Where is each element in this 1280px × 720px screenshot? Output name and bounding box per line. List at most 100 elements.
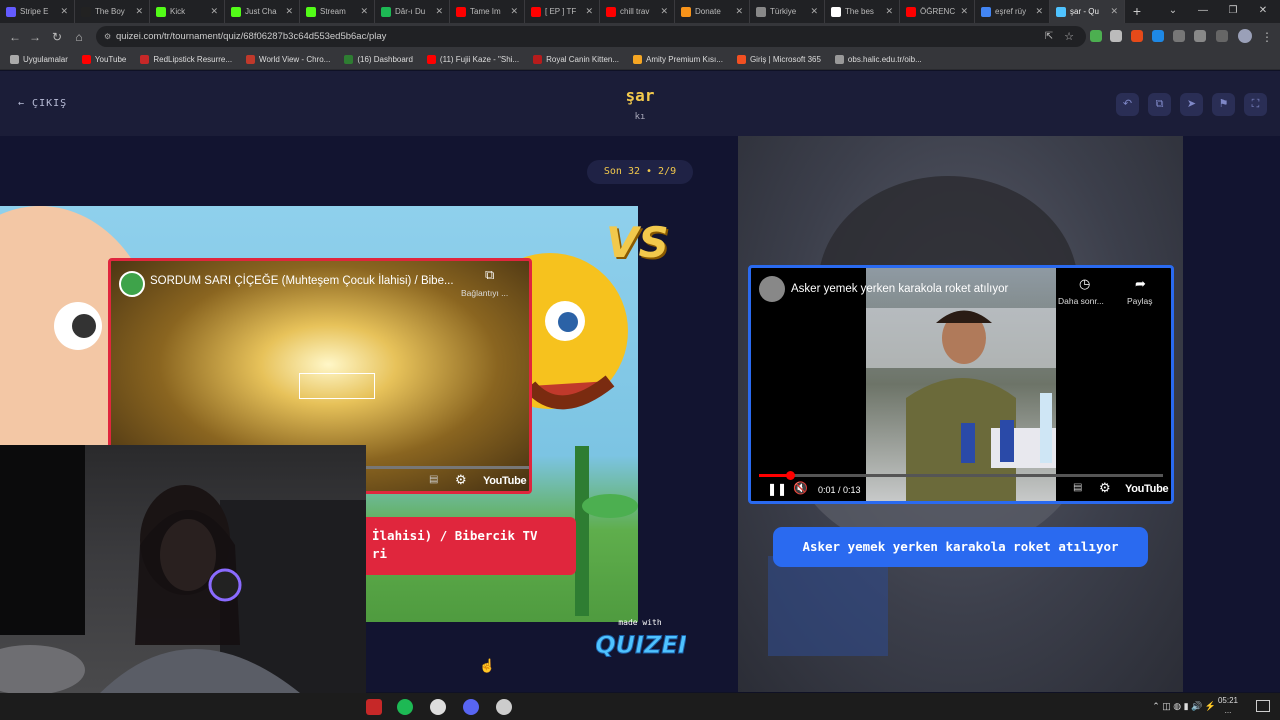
sidebar-icon[interactable] [1216, 30, 1228, 42]
copy-link-label[interactable]: Bağlantıyı ... [461, 288, 508, 298]
bookmark-item[interactable]: Amity Premium Kısı... [633, 55, 723, 64]
undo-icon[interactable]: ↶ [1116, 93, 1139, 116]
bookmark-item[interactable]: YouTube [81, 55, 126, 64]
extension-icon[interactable] [1131, 30, 1143, 42]
browser-tab[interactable]: [ EP ] TF ✕ [525, 0, 600, 23]
left-option-caption[interactable]: İlahisi) / Bibercik TV ri [366, 517, 576, 575]
bookmark-item[interactable]: Uygulamalar [10, 55, 68, 64]
channel-avatar[interactable] [119, 271, 145, 297]
bookmark-item[interactable]: RedLipstick Resurre... [140, 55, 232, 64]
browser-tab[interactable]: Dâr-ı Du ✕ [375, 0, 450, 23]
muted-speaker-icon[interactable]: 🔇 [793, 481, 808, 495]
watch-later-icon[interactable]: ◷ [1079, 276, 1090, 292]
quizei-logo[interactable]: QUIZEI [595, 628, 688, 667]
tab-close-icon[interactable]: ✕ [1110, 6, 1118, 17]
maximize-button[interactable]: ❐ [1218, 0, 1248, 23]
browser-tab[interactable]: Kick ✕ [150, 0, 225, 23]
menu-icon[interactable]: ⋮ [1258, 28, 1276, 46]
youtube-logo[interactable]: YouTube [483, 475, 527, 487]
bookmark-item[interactable]: Giriş | Microsoft 365 [736, 55, 821, 64]
share-arrow-icon[interactable]: ➦ [1135, 276, 1146, 292]
exit-button[interactable]: ← ÇIKIŞ [18, 98, 67, 109]
extension-icon[interactable] [1173, 30, 1185, 42]
profile-avatar[interactable] [1238, 29, 1252, 43]
fullscreen-icon[interactable]: ⛶ [1244, 93, 1267, 116]
extensions-puzzle-icon[interactable] [1194, 30, 1206, 42]
reload-icon[interactable]: ↻ [48, 28, 66, 46]
forward-icon[interactable]: → [26, 28, 44, 46]
browser-tab[interactable]: Donate ✕ [675, 0, 750, 23]
tab-search-icon[interactable]: ⌄ [1158, 0, 1188, 23]
browser-tab[interactable]: eşref rüy ✕ [975, 0, 1050, 23]
home-icon[interactable]: ⌂ [70, 28, 88, 46]
bookmark-item[interactable]: (16) Dashboard [344, 55, 413, 64]
tab-close-icon[interactable]: ✕ [60, 6, 68, 17]
video-title[interactable]: SORDUM SARI ÇİÇEĞE (Muhteşem Çocuk İlahi… [150, 275, 454, 287]
right-option-caption[interactable]: Asker yemek yerken karakola roket atılıy… [773, 527, 1148, 567]
tab-close-icon[interactable]: ✕ [285, 6, 293, 17]
browser-tab[interactable]: The Boy ✕ [75, 0, 150, 23]
settings-gear-icon[interactable]: ⚙ [455, 472, 467, 488]
browser-tab[interactable]: Stripe E ✕ [0, 0, 75, 23]
report-flag-icon[interactable]: ⚑ [1212, 93, 1235, 116]
minimize-button[interactable]: — [1188, 0, 1218, 23]
browser-tab[interactable]: Tame Im ✕ [450, 0, 525, 23]
notifications-icon[interactable] [1256, 700, 1270, 712]
browser-tab[interactable]: chill trav ✕ [600, 0, 675, 23]
pause-icon[interactable]: ❚❚ [767, 482, 787, 496]
bookmark-item[interactable]: (11) Fujii Kaze - "Shi... [426, 55, 519, 64]
tab-close-icon[interactable]: ✕ [585, 6, 593, 17]
browser-tab[interactable]: The bes ✕ [825, 0, 900, 23]
address-bar[interactable]: ⚙ quizei.com/tr/tournament/quiz/68f06287… [96, 26, 1086, 47]
tab-close-icon[interactable]: ✕ [510, 6, 518, 17]
channel-avatar[interactable] [759, 276, 785, 302]
copy-link-icon[interactable]: ⧉ [485, 267, 494, 283]
tab-close-icon[interactable]: ✕ [810, 6, 818, 17]
discord-icon[interactable] [463, 699, 479, 715]
copy-icon[interactable]: ⧉ [1148, 93, 1171, 116]
site-info-icon[interactable]: ⚙ [104, 26, 111, 47]
bookmark-star-icon[interactable]: ☆ [1060, 28, 1078, 46]
tab-close-icon[interactable]: ✕ [660, 6, 668, 17]
chrome-icon[interactable] [496, 699, 512, 715]
extension-icon[interactable] [1152, 30, 1164, 42]
tab-close-icon[interactable]: ✕ [435, 6, 443, 17]
progress-bar[interactable] [759, 471, 1163, 480]
tab-close-icon[interactable]: ✕ [885, 6, 893, 17]
extension-icon[interactable] [1110, 30, 1122, 42]
clock[interactable]: 05:21 ... [1218, 696, 1238, 716]
browser-tab[interactable]: Türkiye ✕ [750, 0, 825, 23]
app-icon[interactable] [366, 699, 382, 715]
system-tray[interactable]: ⌃ ◫ ◍ ▮ 🔊 ⚡ [1152, 701, 1216, 712]
back-icon[interactable]: ← [6, 28, 24, 46]
subtitles-icon[interactable]: ▤ [429, 474, 438, 485]
close-window-button[interactable]: ✕ [1248, 0, 1278, 23]
watch-later-label[interactable]: Daha sonr... [1058, 296, 1104, 306]
obs-icon[interactable] [430, 699, 446, 715]
install-icon[interactable]: ⇱ [1040, 28, 1058, 46]
new-tab-button[interactable]: + [1125, 0, 1149, 23]
extension-icon[interactable] [1090, 30, 1102, 42]
youtube-logo[interactable]: YouTube [1125, 483, 1169, 495]
browser-tab[interactable]: Stream ✕ [300, 0, 375, 23]
tab-close-icon[interactable]: ✕ [135, 6, 143, 17]
share-label[interactable]: Paylaş [1127, 296, 1153, 306]
subtitles-icon[interactable]: ▤ [1073, 482, 1082, 493]
browser-tab[interactable]: ÖĞRENC ✕ [900, 0, 975, 23]
tab-close-icon[interactable]: ✕ [210, 6, 218, 17]
browser-tab[interactable]: Just Cha ✕ [225, 0, 300, 23]
bookmark-item[interactable]: World View - Chro... [246, 55, 330, 64]
share-icon[interactable]: ➤ [1180, 93, 1203, 116]
tab-close-icon[interactable]: ✕ [360, 6, 368, 17]
tab-close-icon[interactable]: ✕ [1035, 6, 1043, 17]
bookmark-item[interactable]: obs.halic.edu.tr/oib... [834, 55, 922, 64]
progress-knob[interactable] [786, 471, 796, 480]
video-title[interactable]: Asker yemek yerken karakola roket atılıy… [791, 283, 1008, 295]
tab-close-icon[interactable]: ✕ [735, 6, 743, 17]
right-video-player[interactable]: Asker yemek yerken karakola roket atılıy… [748, 265, 1174, 504]
settings-gear-icon[interactable]: ⚙ [1099, 480, 1111, 496]
bookmark-item[interactable]: Royal Canin Kitten... [533, 55, 619, 64]
tab-close-icon[interactable]: ✕ [960, 6, 968, 17]
browser-tab[interactable]: şar - Qu ✕ [1050, 0, 1125, 23]
spotify-icon[interactable] [397, 699, 413, 715]
